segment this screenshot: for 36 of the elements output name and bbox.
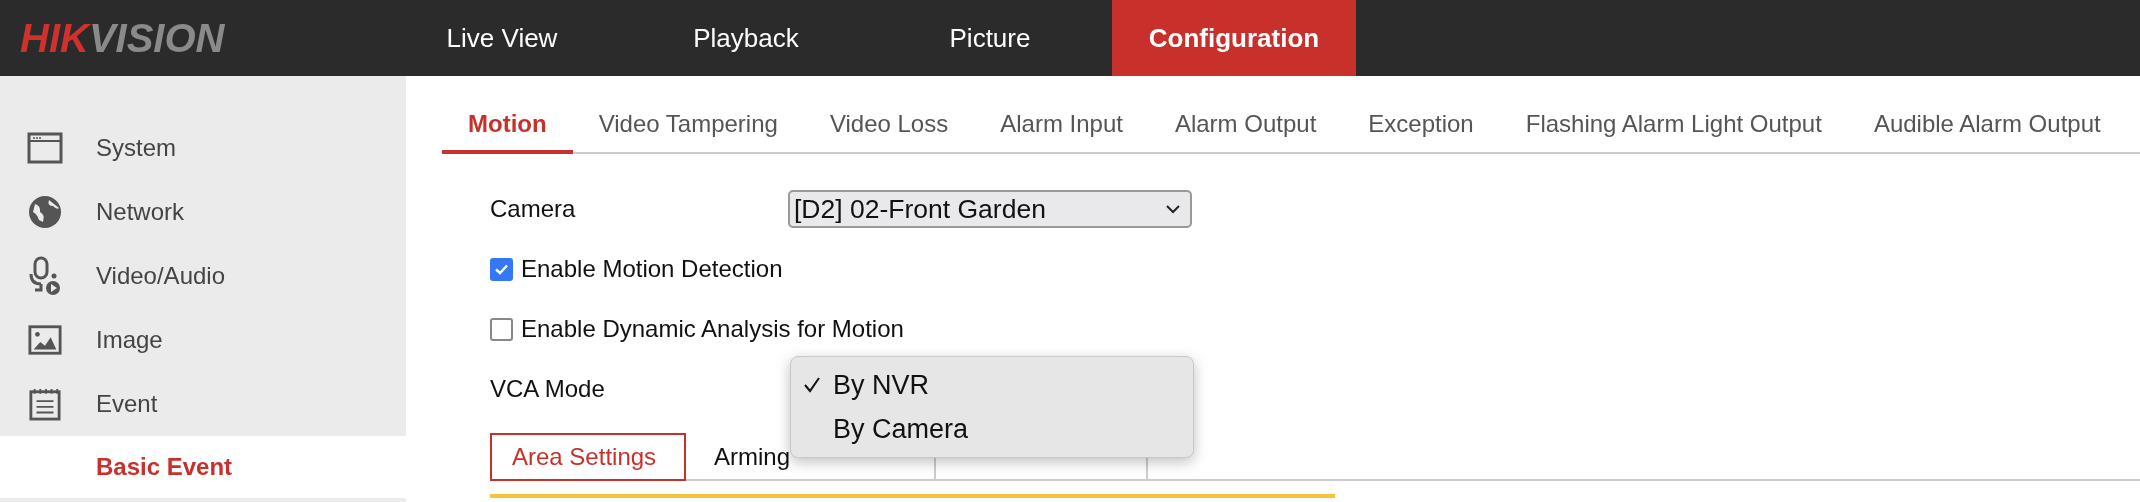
globe-icon: [27, 194, 63, 230]
nav-tab[interactable]: Playback: [624, 0, 868, 76]
dropdown-option[interactable]: By NVR: [833, 369, 930, 401]
sidebar-item[interactable]: Event: [96, 390, 158, 418]
field-label: Camera: [490, 195, 577, 223]
microphone-icon: [27, 256, 63, 296]
field-label: VCA Mode: [490, 375, 606, 403]
tab[interactable]: Exception: [1342, 98, 1500, 154]
dropdown-option[interactable]: By Camera: [833, 413, 969, 445]
camera-select[interactable]: [D2] 02-Front Garden: [788, 190, 1192, 228]
checkbox[interactable]: [490, 317, 513, 341]
sidebar-subitem[interactable]: Basic Event: [96, 453, 233, 481]
tab[interactable]: Flashing Alarm Light Output: [1499, 98, 1848, 154]
tab[interactable]: Alarm Input: [974, 98, 1149, 154]
chevron-down-icon: [1166, 204, 1180, 214]
checkmark-icon: [495, 263, 508, 275]
nav-tab[interactable]: Configuration: [1112, 0, 1356, 76]
sidebar-item[interactable]: System: [96, 134, 176, 162]
window-icon: [27, 132, 63, 164]
tab[interactable]: Audible Alarm Output: [1847, 98, 2127, 154]
tab[interactable]: Alarm Output: [1148, 98, 1343, 154]
checkbox-label: Enable Motion Detection: [521, 255, 783, 283]
step-tab[interactable]: Area Settings: [490, 433, 686, 481]
tab[interactable]: Video Tampering: [572, 98, 804, 154]
calendar-icon: [29, 386, 61, 422]
tab[interactable]: Video Loss: [803, 98, 975, 154]
sidebar-item[interactable]: Network: [96, 198, 185, 226]
nav-tab[interactable]: Picture: [868, 0, 1112, 76]
checkbox-label: Enable Dynamic Analysis for Motion: [521, 315, 904, 343]
image-icon: [28, 324, 62, 356]
nav-tab[interactable]: Live View: [380, 0, 624, 76]
checkbox[interactable]: [490, 257, 513, 281]
sidebar-item[interactable]: Video/Audio: [96, 262, 225, 290]
sidebar-item[interactable]: Image: [96, 326, 163, 354]
logo: HIKVISION: [19, 14, 226, 62]
tab[interactable]: Motion: [442, 98, 573, 154]
